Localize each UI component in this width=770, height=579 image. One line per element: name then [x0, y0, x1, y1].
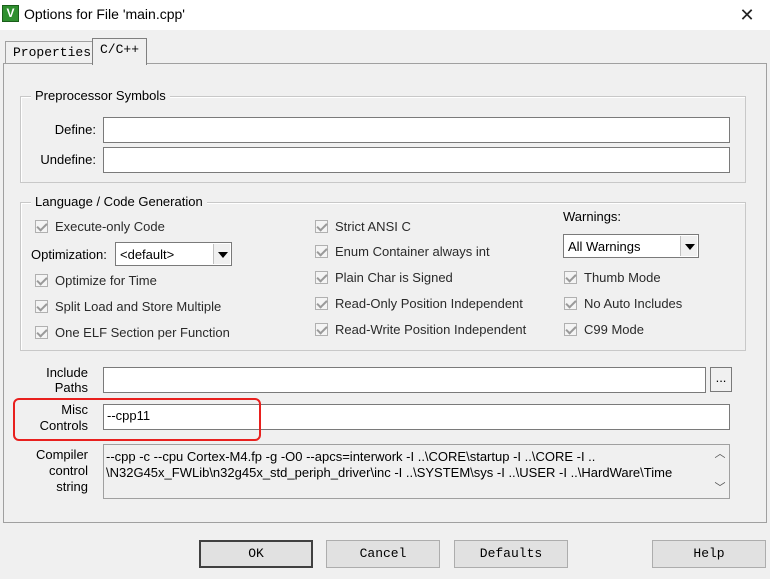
- one-elf-checkbox[interactable]: One ELF Section per Function: [35, 323, 230, 341]
- help-button[interactable]: Help: [652, 540, 766, 568]
- scroll-up-icon[interactable]: ︿: [713, 447, 727, 461]
- misc-controls-highlight: [13, 398, 261, 441]
- optimization-label: Optimization:: [31, 247, 107, 262]
- split-load-label: Split Load and Store Multiple: [55, 298, 222, 314]
- chevron-down-icon: [680, 236, 697, 256]
- warnings-value: All Warnings: [568, 239, 641, 254]
- include-paths-label: Include Paths: [30, 365, 88, 395]
- close-button[interactable]: ✕: [724, 0, 770, 30]
- ro-position-checkbox[interactable]: Read-Only Position Independent: [315, 294, 523, 312]
- c99-mode-label: C99 Mode: [584, 321, 644, 337]
- tab-properties[interactable]: Properties: [5, 41, 100, 63]
- undefine-label: Undefine:: [40, 152, 96, 167]
- enum-container-label: Enum Container always int: [335, 243, 490, 259]
- optimize-time-label: Optimize for Time: [55, 272, 157, 288]
- include-paths-label-line1: Include: [46, 365, 88, 380]
- compiler-control-label: Compiler control string: [25, 447, 88, 495]
- no-auto-includes-checkbox[interactable]: No Auto Includes: [564, 294, 682, 312]
- compiler-control-string: --cpp -c --cpu Cortex-M4.fp -g -O0 --apc…: [103, 444, 730, 499]
- checkbox-checked-icon: [564, 322, 577, 336]
- preprocessor-title: Preprocessor Symbols: [31, 88, 170, 103]
- window-title: Options for File 'main.cpp': [24, 6, 185, 22]
- cancel-button[interactable]: Cancel: [326, 540, 440, 568]
- warnings-select[interactable]: All Warnings: [563, 234, 699, 258]
- checkbox-checked-icon: [315, 270, 328, 284]
- optimize-time-checkbox[interactable]: Optimize for Time: [35, 271, 157, 289]
- c99-mode-checkbox[interactable]: C99 Mode: [564, 320, 644, 338]
- strict-ansi-checkbox[interactable]: Strict ANSI C: [315, 217, 411, 235]
- enum-container-checkbox[interactable]: Enum Container always int: [315, 242, 490, 260]
- thumb-mode-label: Thumb Mode: [584, 269, 661, 285]
- checkbox-checked-icon: [564, 270, 577, 284]
- optimization-select[interactable]: <default>: [115, 242, 232, 266]
- checkbox-checked-icon: [35, 219, 48, 233]
- compiler-control-label-line1: Compiler: [35, 447, 88, 462]
- execute-only-label: Execute-only Code: [55, 218, 165, 234]
- compiler-control-label-line3: string: [56, 479, 88, 494]
- include-paths-label-line2: Paths: [54, 380, 88, 395]
- app-icon: V: [2, 5, 19, 22]
- title-bar: V Options for File 'main.cpp' ✕: [0, 0, 770, 30]
- checkbox-checked-icon: [35, 299, 48, 313]
- checkbox-checked-icon: [315, 219, 328, 233]
- optimization-value: <default>: [120, 247, 175, 262]
- language-title: Language / Code Generation: [31, 194, 207, 209]
- ro-position-label: Read-Only Position Independent: [335, 295, 523, 311]
- strict-ansi-label: Strict ANSI C: [335, 218, 411, 234]
- dialog-client: Properties C/C++ Preprocessor Symbols De…: [0, 30, 770, 579]
- checkbox-checked-icon: [315, 322, 328, 336]
- chevron-down-icon: [213, 244, 230, 264]
- undefine-input[interactable]: [103, 147, 730, 173]
- define-input[interactable]: [103, 117, 730, 143]
- compiler-control-line2: \N32G45x_FWLib\n32g45x_std_periph_driver…: [106, 465, 673, 480]
- compiler-control-label-line2: control: [48, 463, 88, 478]
- rw-position-checkbox[interactable]: Read-Write Position Independent: [315, 320, 526, 338]
- checkbox-checked-icon: [315, 296, 328, 310]
- defaults-button[interactable]: Defaults: [454, 540, 568, 568]
- rw-position-label: Read-Write Position Independent: [335, 321, 527, 337]
- browse-include-paths-button[interactable]: ...: [710, 367, 732, 392]
- checkbox-checked-icon: [35, 273, 48, 287]
- execute-only-checkbox[interactable]: Execute-only Code: [35, 217, 165, 235]
- thumb-mode-checkbox[interactable]: Thumb Mode: [564, 268, 661, 286]
- compiler-control-line1: --cpp -c --cpu Cortex-M4.fp -g -O0 --apc…: [106, 449, 596, 464]
- define-label: Define:: [54, 122, 96, 137]
- include-paths-input[interactable]: [103, 367, 706, 393]
- checkbox-checked-icon: [35, 325, 48, 339]
- no-auto-includes-label: No Auto Includes: [584, 295, 683, 311]
- plain-char-label: Plain Char is Signed: [335, 269, 453, 285]
- one-elf-label: One ELF Section per Function: [55, 324, 230, 340]
- split-load-checkbox[interactable]: Split Load and Store Multiple: [35, 297, 221, 315]
- plain-char-checkbox[interactable]: Plain Char is Signed: [315, 268, 453, 286]
- checkbox-checked-icon: [315, 244, 328, 258]
- warnings-label: Warnings:: [563, 209, 622, 224]
- scroll-down-icon[interactable]: ﹀: [713, 481, 727, 495]
- checkbox-checked-icon: [564, 296, 577, 310]
- tab-c-cpp[interactable]: C/C++: [92, 38, 148, 65]
- ok-button[interactable]: OK: [199, 540, 313, 568]
